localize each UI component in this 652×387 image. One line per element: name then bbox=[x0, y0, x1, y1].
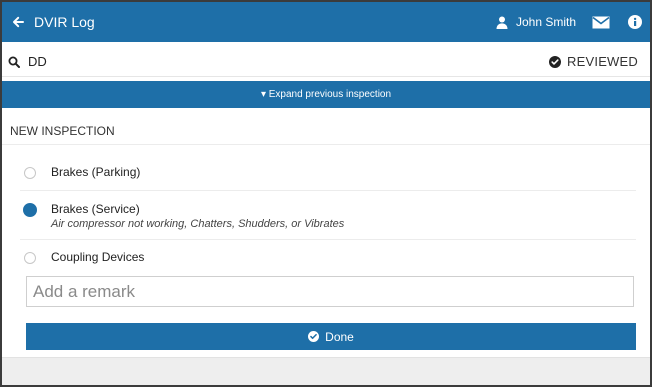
app-title: DVIR Log bbox=[34, 14, 95, 30]
expand-label: ▾ Expand previous inspection bbox=[260, 89, 392, 100]
item-label: Brakes (Parking) bbox=[51, 165, 141, 179]
mail-icon[interactable] bbox=[590, 2, 612, 42]
section-heading: NEW INSPECTION bbox=[10, 124, 115, 138]
search-icon[interactable] bbox=[8, 56, 26, 68]
user-name: John Smith bbox=[515, 15, 576, 29]
inspection-item-coupling-devices[interactable]: Coupling Devices bbox=[2, 250, 636, 264]
item-label: Coupling Devices bbox=[51, 250, 145, 264]
divider bbox=[20, 190, 636, 191]
info-icon[interactable] bbox=[624, 2, 646, 42]
user-icon bbox=[496, 16, 508, 29]
footer-area bbox=[2, 357, 650, 385]
radio-button[interactable] bbox=[24, 252, 36, 264]
divider bbox=[2, 144, 650, 145]
done-label: Done bbox=[325, 329, 354, 344]
expand-previous-inspection-button[interactable]: ▾ Expand previous inspection bbox=[2, 81, 650, 108]
user-menu[interactable]: John Smith bbox=[496, 15, 576, 29]
inspection-item-brakes-parking[interactable]: Brakes (Parking) bbox=[2, 165, 636, 179]
radio-button[interactable] bbox=[24, 167, 36, 179]
check-circle-icon bbox=[549, 55, 562, 68]
top-app-bar: DVIR Log John Smith bbox=[2, 2, 650, 42]
search-row[interactable]: DD REVIEWED bbox=[2, 47, 650, 77]
item-label: Brakes (Service) bbox=[51, 202, 140, 216]
back-arrow-icon[interactable] bbox=[4, 2, 32, 42]
radio-button-selected[interactable] bbox=[23, 203, 37, 217]
check-circle-icon bbox=[308, 331, 320, 342]
divider bbox=[20, 239, 636, 240]
reviewed-status: REVIEWED bbox=[549, 54, 638, 69]
inspection-item-brakes-service[interactable]: Brakes (Service) Air compressor not work… bbox=[2, 202, 636, 230]
remark-input[interactable] bbox=[26, 276, 634, 307]
reviewed-label: REVIEWED bbox=[567, 54, 638, 69]
item-detail: Air compressor not working, Chatters, Sh… bbox=[51, 218, 345, 230]
search-term: DD bbox=[28, 54, 47, 69]
done-button[interactable]: Done bbox=[26, 323, 636, 350]
app-window: DVIR Log John Smith DD REVIEWED ▾ Expand… bbox=[0, 0, 652, 387]
